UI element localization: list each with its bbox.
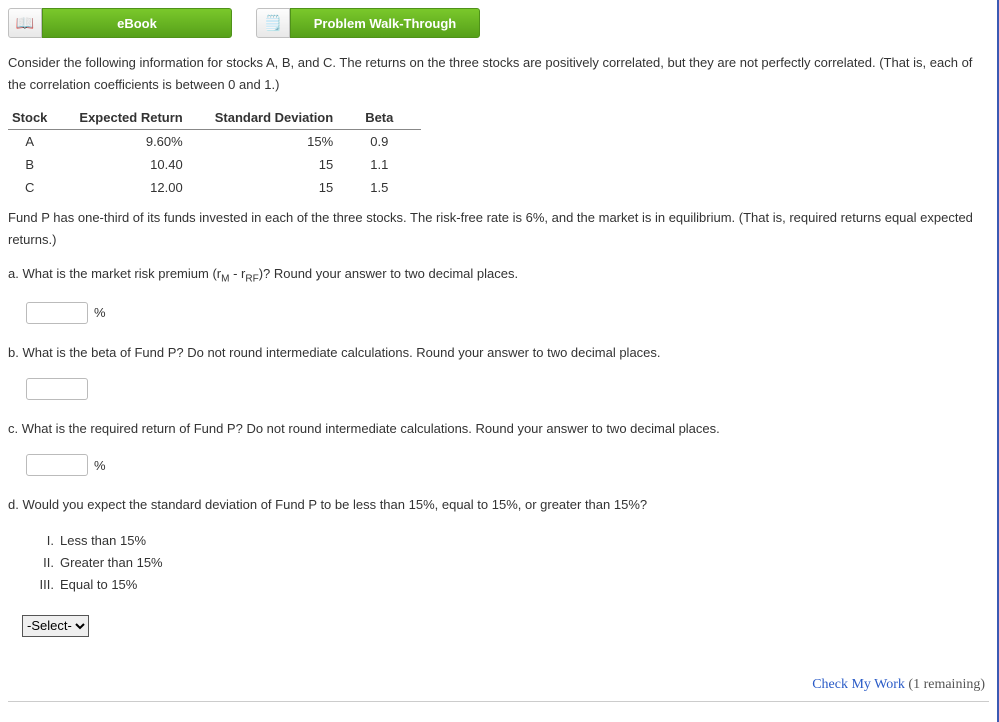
cell-stock: C — [8, 176, 75, 199]
unit-percent: % — [94, 305, 106, 320]
unit-percent: % — [94, 458, 106, 473]
cell-er: 9.60% — [75, 130, 210, 154]
cell-beta: 1.1 — [361, 153, 421, 176]
options-d: I. Less than 15% II. Greater than 15% II… — [26, 530, 989, 596]
ebook-label: eBook — [42, 8, 232, 38]
intro-text: Consider the following information for s… — [8, 52, 989, 96]
question-d: d. Would you expect the standard deviati… — [8, 494, 989, 516]
col-std-dev: Standard Deviation — [211, 106, 361, 130]
cell-beta: 0.9 — [361, 130, 421, 154]
problem-page: 📖 eBook 🗒️ Problem Walk-Through Consider… — [0, 0, 999, 722]
answer-row-c: % — [26, 454, 989, 476]
cell-stock: B — [8, 153, 75, 176]
post-table-text: Fund P has one-third of its funds invest… — [8, 207, 989, 251]
walkthrough-label: Problem Walk-Through — [290, 8, 480, 38]
cell-sd: 15% — [211, 130, 361, 154]
table-row: B 10.40 15 1.1 — [8, 153, 421, 176]
answer-input-a[interactable] — [26, 302, 88, 324]
question-a: a. What is the market risk premium (rM -… — [8, 263, 989, 288]
table-header-row: Stock Expected Return Standard Deviation… — [8, 106, 421, 130]
cell-er: 12.00 — [75, 176, 210, 199]
col-stock: Stock — [8, 106, 75, 130]
ebook-button[interactable]: 📖 eBook — [8, 8, 232, 38]
table-row: C 12.00 15 1.5 — [8, 176, 421, 199]
cell-sd: 15 — [211, 153, 361, 176]
col-beta: Beta — [361, 106, 421, 130]
footer: Check My Work (1 remaining) — [8, 667, 989, 702]
answer-input-b[interactable] — [26, 378, 88, 400]
cell-stock: A — [8, 130, 75, 154]
option-3: III. Equal to 15% — [26, 574, 989, 596]
answer-select-d[interactable]: -Select- — [22, 615, 89, 637]
check-my-work-link[interactable]: Check My Work — [812, 677, 905, 692]
cell-sd: 15 — [211, 176, 361, 199]
table-row: A 9.60% 15% 0.9 — [8, 130, 421, 154]
stock-table: Stock Expected Return Standard Deviation… — [8, 106, 421, 199]
cell-beta: 1.5 — [361, 176, 421, 199]
col-expected-return: Expected Return — [75, 106, 210, 130]
walkthrough-button[interactable]: 🗒️ Problem Walk-Through — [256, 8, 480, 38]
option-2: II. Greater than 15% — [26, 552, 989, 574]
question-c: c. What is the required return of Fund P… — [8, 418, 989, 440]
remaining-text: (1 remaining) — [905, 677, 985, 692]
list-icon: 🗒️ — [256, 8, 290, 38]
answer-row-b — [26, 378, 989, 400]
option-1: I. Less than 15% — [26, 530, 989, 552]
question-b: b. What is the beta of Fund P? Do not ro… — [8, 342, 989, 364]
answer-input-c[interactable] — [26, 454, 88, 476]
book-icon: 📖 — [8, 8, 42, 38]
answer-row-a: % — [26, 302, 989, 324]
resource-toolbar: 📖 eBook 🗒️ Problem Walk-Through — [8, 8, 989, 38]
cell-er: 10.40 — [75, 153, 210, 176]
